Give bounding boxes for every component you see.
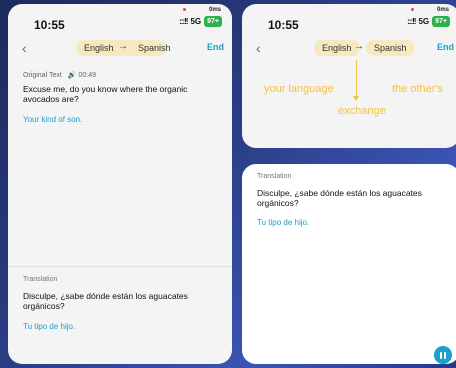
network-type: 5G: [418, 17, 430, 26]
pause-icon-bar: [444, 351, 446, 359]
others-language-label: the other's: [392, 83, 444, 95]
arrow-down-icon: [353, 96, 359, 101]
original-text-header: Original Text 🔊 00:49: [23, 71, 97, 80]
translation-label: Translation: [257, 173, 292, 180]
source-language-pill[interactable]: English: [314, 40, 360, 56]
pause-button[interactable]: [434, 346, 452, 364]
network-type: 5G: [190, 17, 202, 26]
chevron-left-icon[interactable]: ‹: [22, 40, 27, 56]
right-phone-screen: 10:55 0ms :::!! 5G 97+ ‹ English → Spani…: [242, 4, 456, 364]
exchange-arrow-line: [356, 60, 357, 96]
translation-back-translation: Tu tipo de hijo.: [23, 322, 76, 331]
translation-label: Translation: [23, 276, 58, 283]
translation-back-translation: Tu tipo de hijo.: [257, 218, 310, 227]
original-back-translation: Your kind of son.: [23, 115, 83, 124]
network-speed: 0ms: [436, 7, 449, 13]
original-text-label: Original Text: [23, 71, 62, 79]
arrow-right-icon: →: [354, 41, 364, 52]
status-time: 10:55: [34, 18, 65, 32]
exchange-label: exchange: [338, 105, 386, 117]
source-language: English: [84, 43, 114, 53]
signal-icon: :::!!: [179, 17, 188, 26]
language-nav-bar: ‹ English → Spanish End: [242, 38, 456, 60]
arrow-right-icon: →: [118, 41, 128, 52]
translation-text: Disculpe, ¿sabe dónde están los aguacate…: [257, 188, 422, 208]
translation-panel: Translation Disculpe, ¿sabe dónde están …: [242, 164, 456, 364]
target-language: Spanish: [374, 43, 407, 53]
audio-duration: 00:49: [78, 71, 97, 79]
status-bar: 10:55 0ms :::!! 5G 97+: [8, 4, 232, 34]
signal-icon: :::!!: [407, 17, 416, 26]
status-bar: 10:55 0ms :::!! 5G 97+: [242, 4, 456, 34]
status-indicators: :::!! 5G 97+: [407, 16, 450, 27]
section-divider: [8, 266, 232, 267]
language-nav-bar: ‹ English → Spanish End: [8, 38, 232, 60]
network-speed: 0ms: [208, 7, 221, 13]
exchange-panel: 10:55 0ms :::!! 5G 97+ ‹ English → Spani…: [242, 4, 456, 148]
speaker-icon[interactable]: 🔊: [68, 71, 77, 79]
target-language-pill[interactable]: Spanish: [366, 40, 415, 56]
recording-dot-icon: [183, 8, 186, 11]
target-language[interactable]: Spanish: [138, 40, 171, 56]
source-language: English: [322, 43, 352, 53]
status-time: 10:55: [268, 18, 299, 32]
end-button[interactable]: End: [437, 42, 454, 52]
original-text: Excuse me, do you know where the organic…: [23, 84, 188, 104]
status-indicators: :::!! 5G 97+: [179, 16, 222, 27]
translation-text: Disculpe, ¿sabe dónde están los aguacate…: [23, 291, 188, 311]
battery-icon: 97+: [432, 16, 450, 27]
your-language-label: your language: [264, 83, 334, 95]
end-button[interactable]: End: [207, 42, 224, 52]
left-phone-screen: 10:55 0ms :::!! 5G 97+ ‹ English → Spani…: [8, 4, 232, 364]
pause-icon: [440, 351, 442, 359]
chevron-left-icon[interactable]: ‹: [256, 40, 261, 56]
recording-dot-icon: [411, 8, 414, 11]
battery-icon: 97+: [204, 16, 222, 27]
